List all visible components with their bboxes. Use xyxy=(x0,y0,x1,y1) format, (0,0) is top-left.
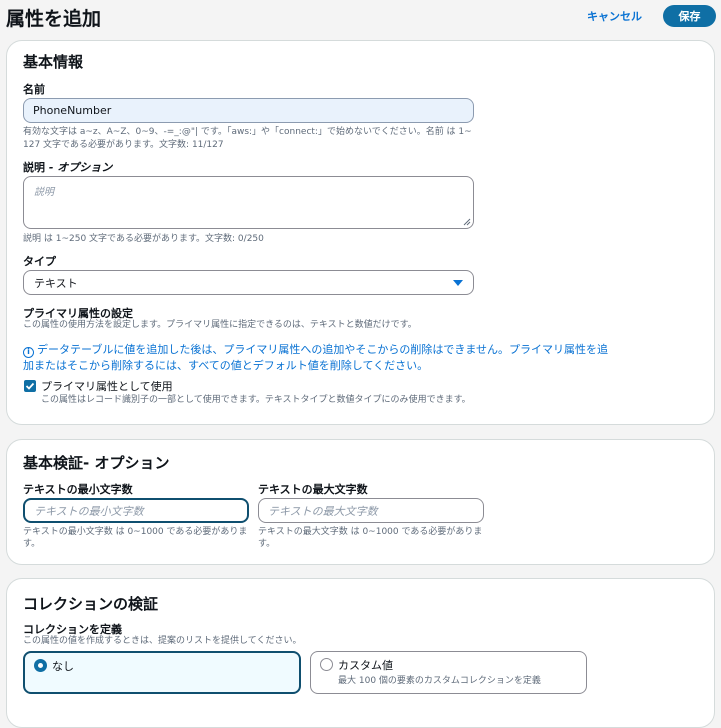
description-label: 説明 - オプション xyxy=(23,159,112,175)
collection-section: コレクションの検証 コレクションを定義 この属性の値を作成するときは、提案のリス… xyxy=(6,578,715,728)
option-tile-none[interactable]: なし xyxy=(23,651,301,694)
primary-attribute-checkbox-description: この属性はレコード識別子の一部として使用できます。テキストタイプと数値タイプにの… xyxy=(41,395,471,405)
info-message-line-2: 加またはそこから削除するには、すべての値とデフォルト値を削除してください。 xyxy=(23,359,429,372)
name-hint-line-1: 有効な文字は a~z、A~Z、0~9、-=_:@"| です。「aws:」や「co… xyxy=(23,127,472,137)
description-placeholder: 説明 xyxy=(34,187,54,198)
basic-info-section: 基本情報 名前 PhoneNumber 有効な文字は a~z、A~Z、0~9、-… xyxy=(6,40,715,425)
description-hint: 説明 は 1~250 文字である必要があります。文字数: 0/250 xyxy=(23,234,264,244)
option-tile-custom[interactable]: カスタム値 最大 100 個の要素のカスタムコレクションを定義 xyxy=(310,651,587,694)
description-label-text: 説明 xyxy=(23,161,45,174)
primary-attribute-checkbox-label[interactable]: プライマリ属性として使用 xyxy=(41,378,173,394)
min-length-hint-line-1: テキストの最小文字数 は 0~1000 である必要がありま xyxy=(23,527,248,537)
primary-attribute-checkbox[interactable] xyxy=(24,380,36,392)
min-length-input[interactable]: テキストの最小文字数 xyxy=(23,498,249,523)
name-input[interactable]: PhoneNumber xyxy=(23,98,474,123)
description-textarea[interactable]: 説明 xyxy=(23,176,474,229)
header: 属性を追加 キャンセル 保存 xyxy=(0,0,721,36)
save-button[interactable]: 保存 xyxy=(663,5,716,27)
section-title-validation: 基本検証- オプション xyxy=(23,454,170,472)
radio-custom[interactable] xyxy=(320,658,333,671)
info-message-text-1: データテーブルに値を追加した後は、プライマリ属性への追加やそこからの削除はできま… xyxy=(37,343,609,356)
type-select-value: テキスト xyxy=(34,276,78,290)
resize-handle-icon[interactable] xyxy=(463,218,471,226)
option-description-custom: 最大 100 個の要素のカスタムコレクションを定義 xyxy=(338,676,541,686)
primary-attribute-description: この属性の使用方法を設定します。プライマリ属性に指定できるのは、テキストと数値だ… xyxy=(23,320,417,330)
define-collection-description: この属性の値を作成するときは、提案のリストを提供してください。 xyxy=(23,636,302,646)
section-title-basic-info: 基本情報 xyxy=(23,53,84,71)
type-select[interactable]: テキスト xyxy=(23,270,474,295)
max-length-input[interactable]: テキストの最大文字数 xyxy=(258,498,484,523)
info-icon: i xyxy=(23,346,34,358)
name-label: 名前 xyxy=(23,83,45,96)
page-title: 属性を追加 xyxy=(6,8,102,30)
option-label-none: なし xyxy=(52,660,74,673)
validation-section: 基本検証- オプション テキストの最小文字数 テキストの最小文字数 テキストの最… xyxy=(6,439,715,565)
type-label: タイプ xyxy=(23,255,56,268)
max-length-hint-line-2: す。 xyxy=(258,539,276,549)
description-optional-text: - オプション xyxy=(45,161,113,174)
checkmark-icon xyxy=(25,382,35,390)
option-label-custom: カスタム値 xyxy=(338,659,393,672)
info-message-line-1: i データテーブルに値を追加した後は、プライマリ属性への追加やそこからの削除はでき… xyxy=(23,342,608,358)
caret-down-icon xyxy=(453,280,463,286)
cancel-button[interactable]: キャンセル xyxy=(587,8,642,24)
section-title-collection: コレクションの検証 xyxy=(23,595,159,613)
radio-none[interactable] xyxy=(34,659,47,672)
min-length-hint-line-2: す。 xyxy=(23,539,41,549)
name-hint-line-2: 127 文字である必要があります。文字数: 11/127 xyxy=(23,140,224,150)
min-length-label: テキストの最小文字数 xyxy=(23,483,133,496)
max-length-hint-line-1: テキストの最大文字数 は 0~1000 である必要がありま xyxy=(258,527,483,537)
max-length-label: テキストの最大文字数 xyxy=(258,483,368,496)
